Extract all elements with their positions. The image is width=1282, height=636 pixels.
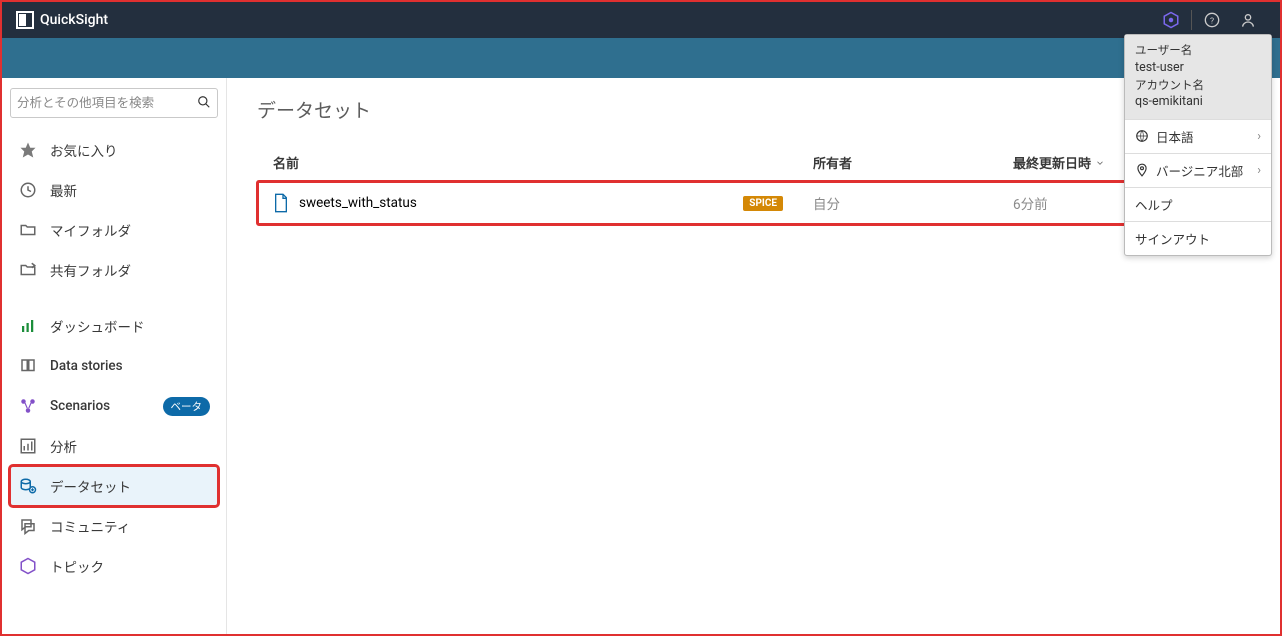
app-logo[interactable]: QuickSight: [16, 11, 108, 29]
quicksight-icon: [16, 11, 34, 29]
sidebar-item-my-folder[interactable]: マイフォルダ: [10, 210, 218, 250]
scenarios-icon: [18, 396, 38, 416]
star-icon: [18, 140, 38, 160]
community-icon-button[interactable]: [1153, 2, 1189, 38]
datasets-table: 名前 所有者 最終更新日時 sweets_with_status SPICE 自…: [257, 145, 1250, 225]
table-row[interactable]: sweets_with_status SPICE 自分 6分前: [257, 181, 1250, 225]
sidebar: お気に入り 最新 マイフォルダ 共有フォルダ ダッシュボード Data stor…: [2, 78, 227, 634]
sidebar-item-label: お気に入り: [50, 140, 118, 160]
help-icon: ?: [1204, 12, 1220, 28]
sidebar-item-label: Scenarios: [50, 398, 110, 414]
sidebar-item-label: データセット: [50, 476, 131, 496]
sidebar-item-label: ダッシュボード: [50, 316, 145, 336]
sidebar-item-datasets[interactable]: データセット: [10, 466, 218, 506]
search-icon[interactable]: [197, 94, 211, 113]
clock-icon: [18, 180, 38, 200]
table-header: 名前 所有者 最終更新日時: [257, 145, 1250, 181]
sidebar-item-scenarios[interactable]: Scenarios ベータ: [10, 386, 218, 426]
svg-text:?: ?: [1210, 16, 1214, 26]
user-label: ユーザー名: [1135, 42, 1261, 59]
account-label: アカウント名: [1135, 77, 1261, 94]
sidebar-item-label: 分析: [50, 436, 77, 456]
topbar: QuickSight ?: [2, 2, 1280, 38]
dataset-icon: [18, 476, 38, 496]
globe-icon: [1135, 129, 1149, 143]
folder-icon: [18, 220, 38, 240]
page-title: データセット: [257, 96, 1250, 123]
beta-badge: ベータ: [163, 397, 211, 416]
location-icon: [1135, 163, 1149, 177]
topic-icon: [18, 556, 38, 576]
community-icon: [18, 516, 38, 536]
menu-item-label: バージニア北部: [1156, 161, 1243, 180]
sidebar-item-label: 共有フォルダ: [50, 260, 131, 280]
sort-desc-icon: [1095, 158, 1105, 168]
main: データセット 名前 所有者 最終更新日時 sweets_with_status …: [227, 78, 1280, 634]
search-box[interactable]: [10, 88, 218, 118]
dataset-name: sweets_with_status: [299, 195, 417, 211]
sidebar-item-label: Data stories: [50, 358, 123, 374]
user-button[interactable]: [1230, 2, 1266, 38]
sidebar-item-topics[interactable]: トピック: [10, 546, 218, 586]
user-value: test-user: [1135, 59, 1261, 77]
sidebar-item-recent[interactable]: 最新: [10, 170, 218, 210]
sidebar-item-analyses[interactable]: 分析: [10, 426, 218, 466]
menu-item-label: ヘルプ: [1135, 195, 1173, 214]
shared-folder-icon: [18, 260, 38, 280]
book-icon: [18, 356, 38, 376]
account-value: qs-emikitani: [1135, 93, 1261, 111]
chart-icon: [18, 316, 38, 336]
sidebar-item-label: コミュニティ: [50, 516, 130, 536]
sidebar-item-data-stories[interactable]: Data stories: [10, 346, 218, 386]
menu-item-signout[interactable]: サインアウト: [1125, 221, 1271, 255]
help-button[interactable]: ?: [1194, 2, 1230, 38]
sidebar-item-label: 最新: [50, 180, 77, 200]
menu-item-language[interactable]: 日本語 ›: [1125, 119, 1271, 153]
spice-tag: SPICE: [743, 196, 783, 211]
hexagon-icon: [1162, 11, 1180, 29]
col-header-owner[interactable]: 所有者: [813, 153, 1013, 172]
app-name: QuickSight: [40, 12, 108, 28]
topbar-actions: ?: [1153, 2, 1266, 38]
dataset-owner: 自分: [813, 193, 1013, 213]
search-input[interactable]: [17, 96, 197, 111]
topbar-divider: [1191, 10, 1192, 30]
chevron-right-icon: ›: [1257, 163, 1261, 178]
sidebar-item-favorites[interactable]: お気に入り: [10, 130, 218, 170]
analysis-icon: [18, 436, 38, 456]
sidebar-item-label: マイフォルダ: [50, 220, 131, 240]
user-menu: ユーザー名 test-user アカウント名 qs-emikitani 日本語 …: [1124, 34, 1272, 256]
menu-item-label: 日本語: [1156, 127, 1194, 146]
sidebar-item-community[interactable]: コミュニティ: [10, 506, 218, 546]
user-menu-header: ユーザー名 test-user アカウント名 qs-emikitani: [1125, 35, 1271, 119]
menu-item-help[interactable]: ヘルプ: [1125, 187, 1271, 221]
col-header-name[interactable]: 名前: [273, 153, 813, 172]
menu-item-label: サインアウト: [1135, 229, 1210, 248]
file-icon: [273, 193, 289, 213]
user-icon: [1240, 12, 1256, 28]
chevron-right-icon: ›: [1257, 129, 1261, 144]
subheader: [2, 38, 1280, 78]
sidebar-item-dashboards[interactable]: ダッシュボード: [10, 306, 218, 346]
menu-item-region[interactable]: バージニア北部 ›: [1125, 153, 1271, 187]
sidebar-item-label: トピック: [50, 556, 104, 576]
sidebar-item-shared-folder[interactable]: 共有フォルダ: [10, 250, 218, 290]
